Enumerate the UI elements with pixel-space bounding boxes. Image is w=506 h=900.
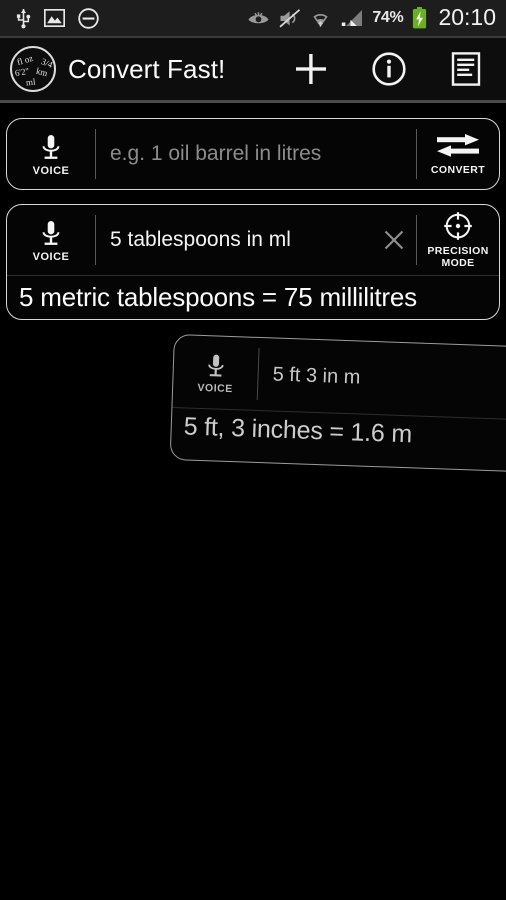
- wifi-icon: [310, 9, 331, 27]
- status-bar: 74% 20:10: [0, 0, 506, 36]
- info-button[interactable]: [350, 38, 428, 100]
- conversion-query-input[interactable]: e.g. 1 oil barrel in litres: [96, 119, 416, 189]
- conversion-result-text: 5 metric tablespoons = 75 millilitres: [19, 282, 417, 312]
- logo-text-ml: ml: [25, 76, 36, 88]
- conversion-card-active: VOICE 5 tablespoons in ml PRECISION MODE…: [6, 204, 500, 320]
- conversion-input-row: VOICE 5 ft 3 in m: [172, 335, 506, 422]
- history-list-button[interactable]: [428, 38, 506, 100]
- voice-input-button[interactable]: VOICE: [7, 119, 95, 189]
- close-x-icon: [382, 228, 406, 252]
- status-bar-clock: 20:10: [438, 3, 496, 30]
- convert-label: CONVERT: [430, 163, 486, 176]
- do-not-disturb-icon: [78, 7, 99, 29]
- clear-query-button[interactable]: [372, 205, 416, 275]
- voice-label: VOICE: [197, 381, 233, 396]
- status-bar-left-icons: [16, 7, 99, 29]
- volume-muted-icon: [279, 8, 301, 28]
- voice-label: VOICE: [32, 251, 70, 263]
- voice-input-button[interactable]: VOICE: [7, 205, 95, 275]
- status-bar-right-icons: 74% 20:10: [247, 3, 496, 31]
- logo-text-km: km: [35, 65, 49, 79]
- battery-percent-label: 74%: [372, 9, 404, 26]
- conversion-query-input[interactable]: 5 ft 3 in m: [257, 338, 506, 422]
- app-screen: 74% 20:10 fl oz 3/4 6'2" km ml Convert F…: [0, 0, 506, 900]
- conversion-query-value: 5 tablespoons in ml: [110, 228, 291, 251]
- conversion-input-row: VOICE 5 tablespoons in ml PRECISION MODE: [7, 205, 499, 275]
- list-document-icon: [450, 51, 484, 87]
- conversion-card-outgoing: VOICE 5 ft 3 in m 5 ft, 3 inches = 1.6 m: [169, 334, 506, 475]
- conversion-query-input[interactable]: 5 tablespoons in ml: [96, 205, 372, 275]
- app-bar-divider: [0, 100, 506, 103]
- screenshot-image-icon: [44, 9, 65, 27]
- cellular-signal-icon: [340, 9, 363, 27]
- plus-icon: [293, 51, 329, 87]
- battery-charging-icon: [412, 7, 427, 29]
- conversion-card-empty: VOICE e.g. 1 oil barrel in litres CONVER…: [6, 118, 500, 190]
- voice-input-button[interactable]: VOICE: [172, 335, 258, 410]
- logo-text-fl-oz: fl oz: [15, 52, 35, 68]
- convert-fast-logo: fl oz 3/4 6'2" km ml: [10, 46, 56, 92]
- microphone-icon: [205, 353, 226, 380]
- microphone-icon: [40, 134, 62, 162]
- convert-arrows-icon: [435, 132, 481, 160]
- smart-stay-eye-icon: [247, 10, 270, 26]
- add-conversion-button[interactable]: [272, 38, 350, 100]
- usb-icon: [16, 7, 31, 29]
- conversion-query-placeholder: e.g. 1 oil barrel in litres: [110, 142, 322, 165]
- voice-label: VOICE: [32, 165, 70, 177]
- precision-mode-button[interactable]: PRECISION MODE: [417, 205, 499, 275]
- app-bar: fl oz 3/4 6'2" km ml Convert Fast!: [0, 38, 506, 100]
- app-title: Convert Fast!: [68, 53, 226, 84]
- conversion-query-value: 5 ft 3 in m: [272, 362, 361, 389]
- conversion-input-row: VOICE e.g. 1 oil barrel in litres CONVER…: [7, 119, 499, 189]
- crosshair-target-icon: [443, 211, 473, 241]
- microphone-icon: [40, 220, 62, 248]
- app-bar-actions: [272, 38, 506, 100]
- precision-mode-label: PRECISION MODE: [427, 244, 489, 269]
- info-icon: [371, 51, 407, 87]
- convert-button[interactable]: CONVERT: [417, 119, 499, 189]
